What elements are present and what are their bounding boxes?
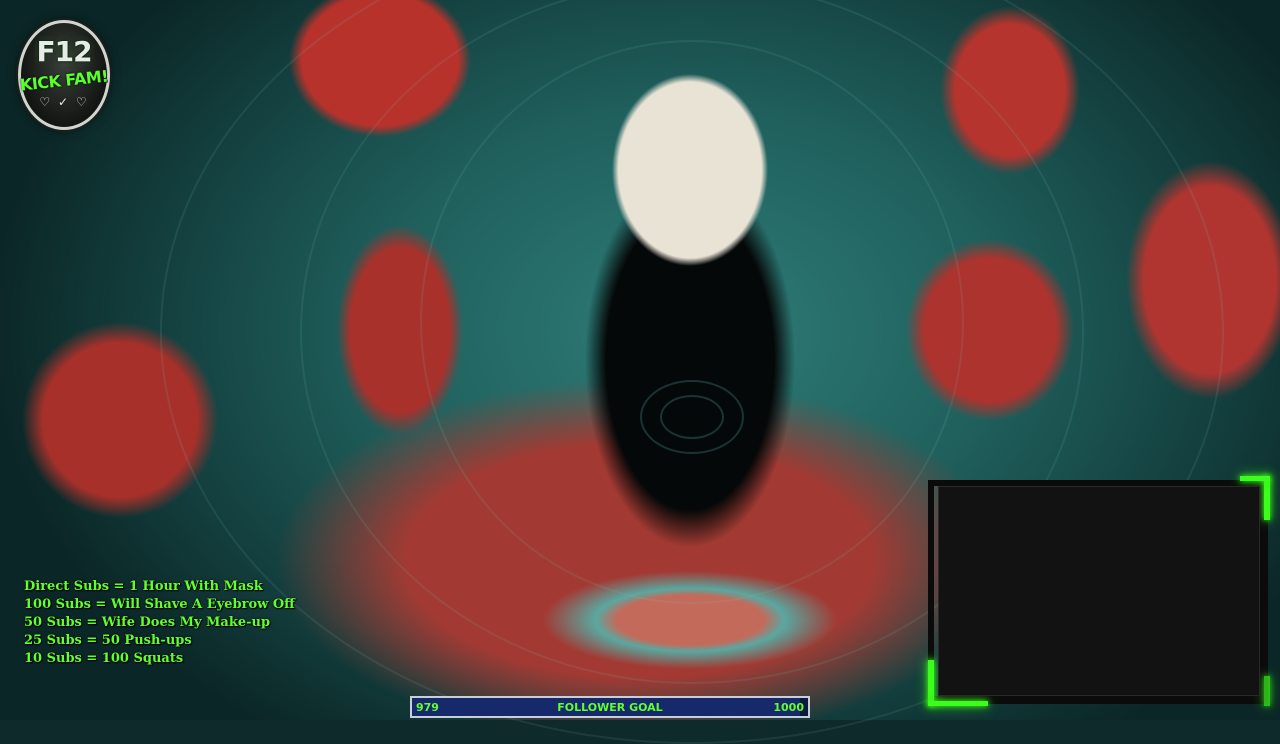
sub-goal-item: 100 Subs = Will Shave A Eyebrow Off xyxy=(24,597,295,612)
webcam-placeholder xyxy=(938,486,1260,696)
logo-subtitle: KICK FAM! xyxy=(19,66,109,95)
follower-goal-bar: 979 FOLLOWER GOAL 1000 xyxy=(410,696,810,718)
sub-goal-item: Direct Subs = 1 Hour With Mask xyxy=(24,579,263,594)
sub-goal-item: 25 Subs = 50 Push-ups xyxy=(24,633,192,648)
follower-goal-label: FOLLOWER GOAL xyxy=(557,701,663,714)
channel-logo: F12 KICK FAM! ♡ ✓ ♡ xyxy=(18,20,110,130)
glow-accent xyxy=(1264,676,1270,706)
sub-goals-list: Direct Subs = 1 Hour With Mask 100 Subs … xyxy=(24,578,295,668)
glow-accent xyxy=(1240,476,1270,481)
glow-accent xyxy=(928,701,988,706)
sub-goal-item: 10 Subs = 100 Squats xyxy=(24,651,184,666)
logo-title: F12 xyxy=(36,35,92,68)
glow-accent xyxy=(1264,476,1270,520)
follower-goal-target: 1000 xyxy=(773,701,804,714)
webcam-frame xyxy=(928,476,1272,708)
logo-hearts: ♡ ✓ ♡ xyxy=(39,95,89,109)
sub-goal-item: 50 Subs = Wife Does My Make-up xyxy=(24,615,271,630)
tunnel-ring xyxy=(660,395,724,439)
glow-accent xyxy=(928,660,934,706)
